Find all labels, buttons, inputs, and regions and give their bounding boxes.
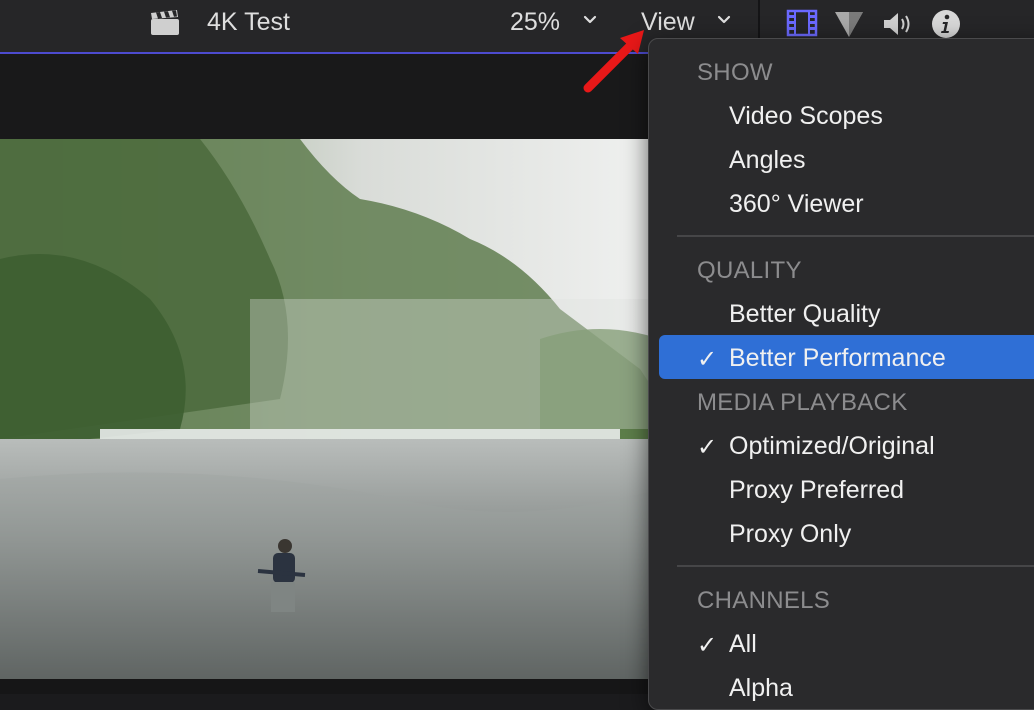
menu-header-channels: CHANNELS [697, 587, 831, 614]
menu-item-better-performance[interactable]: Better Performance [729, 344, 946, 373]
menu-item-proxy-preferred[interactable]: Proxy Preferred [729, 476, 904, 505]
info-icon[interactable] [930, 8, 962, 40]
menu-separator [677, 235, 1034, 237]
checkmark-icon: ✓ [697, 632, 718, 659]
checkmark-icon: ✓ [697, 434, 718, 461]
menu-item-alpha[interactable]: Alpha [729, 674, 793, 703]
project-title: 4K Test [207, 8, 290, 36]
menu-header-media-playback: MEDIA PLAYBACK [697, 389, 908, 416]
zoom-level-button[interactable]: 25% [510, 8, 560, 37]
menu-item-360-viewer[interactable]: 360° Viewer [729, 190, 864, 219]
viewer-bottom-strip [0, 679, 660, 694]
red-arrow-icon [583, 30, 644, 93]
video-frame[interactable] [0, 139, 660, 679]
menu-item-all[interactable]: All [729, 630, 757, 659]
menu-item-video-scopes[interactable]: Video Scopes [729, 102, 883, 131]
video-image [0, 139, 660, 679]
chevron-down-icon[interactable] [716, 12, 732, 28]
speaker-icon[interactable] [882, 10, 914, 38]
clapperboard-icon [151, 10, 179, 35]
menu-separator [677, 565, 1034, 567]
view-dropdown-menu: SHOW Video Scopes Angles 360° Viewer QUA… [648, 38, 1034, 710]
menu-item-proxy-only[interactable]: Proxy Only [729, 520, 851, 549]
menu-item-optimized-original[interactable]: Optimized/Original [729, 432, 935, 461]
menu-header-show: SHOW [697, 59, 773, 86]
film-strip-icon[interactable] [786, 9, 818, 37]
menu-item-better-quality[interactable]: Better Quality [729, 300, 880, 329]
color-board-icon[interactable] [834, 10, 864, 38]
menu-header-quality: QUALITY [697, 257, 802, 284]
checkmark-icon: ✓ [697, 346, 718, 373]
menu-item-angles[interactable]: Angles [729, 146, 805, 175]
